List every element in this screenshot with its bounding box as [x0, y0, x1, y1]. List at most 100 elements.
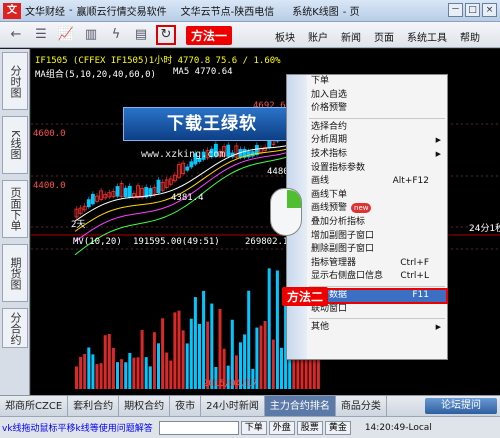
tab-kline[interactable]: K线图: [2, 116, 28, 174]
context-menu-item[interactable]: 增加副图子窗口: [287, 230, 447, 244]
shortcut-label: Ctrl+L: [400, 271, 429, 282]
tab-czce[interactable]: 郑商所CZCE: [0, 395, 69, 417]
volume-bar: [103, 335, 107, 389]
volume-bar: [116, 362, 119, 389]
stocks-button[interactable]: 股票: [296, 420, 323, 435]
context-menu-item-label: 下单: [311, 76, 330, 86]
gold-button[interactable]: 黄金: [324, 420, 351, 435]
volume-bar: [87, 347, 91, 389]
close-button[interactable]: ×: [482, 3, 497, 17]
context-menu-item[interactable]: 技术指标 ▶: [287, 148, 447, 162]
price-label-4400: 4400.0: [33, 181, 66, 191]
title-separator: -: [69, 5, 73, 16]
context-menu-item[interactable]: 选择合约: [287, 121, 447, 135]
tab-futures-chart[interactable]: 期货图: [2, 244, 28, 302]
menu-icon[interactable]: ☰: [32, 26, 50, 44]
status-bar: vk线拖动鼠标平移k线等使用问题解答 下单 外盘 股票 黄金 14:20:49-…: [0, 416, 500, 438]
tab-page-order[interactable]: 页面下单: [2, 180, 28, 238]
context-menu-item[interactable]: 画线下单: [287, 189, 447, 203]
tab-arbitrage[interactable]: 套利合约: [68, 395, 120, 417]
volume-bar: [181, 330, 185, 389]
context-menu-item-label: 增加副图子窗口: [311, 230, 375, 241]
price-label-4600: 4600.0: [33, 129, 66, 139]
context-menu-item[interactable]: 画线 Alt+F12: [287, 175, 447, 189]
context-menu-item[interactable]: 指标管理器 Ctrl+F: [287, 257, 447, 271]
context-menu-item[interactable]: 价格预警: [287, 102, 447, 116]
mouse-icon: [270, 188, 302, 236]
arrow-left-icon[interactable]: ←: [7, 26, 25, 44]
volume-bar: [280, 347, 283, 389]
context-menu-item-label: 指标管理器: [311, 257, 357, 268]
volume-bar: [202, 290, 206, 389]
context-menu-item-label: 加入自选: [311, 89, 348, 100]
instrument-info: IF1505 (CFFEX IF1505)1小时 4770.8 75.6 / 1…: [35, 56, 281, 66]
maximize-button[interactable]: □: [465, 3, 480, 17]
mv-label: MV(10,20): [73, 237, 122, 247]
title-bar: 文 文华财经 - 赢顺云行情交易软件 文华云节点-陕西电信 系统K线图 - 页 …: [0, 0, 500, 22]
left-tab-bar: 分时图 K线图 页面下单 期货图 分合约: [0, 49, 30, 395]
shortcut-label: Ctrl+F: [400, 257, 429, 268]
app-name: 文华财经: [25, 7, 65, 18]
context-menu-item[interactable]: 设置指标参数: [287, 162, 447, 176]
menu-system-tools[interactable]: 系统工具: [407, 29, 447, 44]
order-button[interactable]: 下单: [240, 420, 267, 435]
context-menu-item[interactable]: 下单: [287, 75, 447, 89]
volume-bar: [140, 330, 144, 389]
volume-bar: [152, 332, 156, 389]
tab-commodity-class[interactable]: 商品分类: [336, 395, 387, 417]
tab-main-contract-rank[interactable]: 主力合约排名: [264, 395, 336, 417]
submenu-arrow-icon: ▶: [435, 149, 441, 158]
context-menu-item[interactable]: 其他 ▶: [287, 321, 447, 335]
menu-help[interactable]: 帮助: [460, 29, 480, 44]
volume-bar: [210, 303, 214, 389]
volume-bar: [132, 357, 136, 389]
menu-page[interactable]: 页面: [374, 29, 394, 44]
context-menu-item-label: 画线: [311, 176, 330, 187]
context-menu-item[interactable]: 加入自选: [287, 89, 447, 103]
volume-bar: [144, 357, 148, 389]
tab-night[interactable]: 夜市: [170, 395, 202, 417]
minimize-button[interactable]: －: [448, 3, 463, 17]
context-menu-item[interactable]: 画线预警 new: [287, 202, 447, 216]
volume-bar: [83, 353, 87, 389]
server-name: 文华云节点-陕西电信: [180, 7, 275, 18]
menu-news[interactable]: 新闻: [341, 29, 361, 44]
context-menu: 下单 加入自选 价格预警 选择合约 分析周期 ▶ 技术指标 ▶ 设置指标参数 画线 Alt+F12 画…: [286, 74, 448, 360]
tab-options[interactable]: 期权合约: [119, 395, 171, 417]
context-menu-item-label: 选择合约: [311, 121, 348, 132]
disk-icon[interactable]: ▤: [132, 26, 150, 44]
menu-sector[interactable]: 板块: [275, 29, 295, 44]
callout-method-two: 方法二: [282, 287, 329, 306]
menu-separator: [309, 117, 445, 119]
date-label: 2015/04/17: [203, 379, 258, 389]
volume-bar: [185, 343, 189, 389]
tab-timeshare[interactable]: 分时图: [2, 52, 28, 110]
ledger-icon[interactable]: ▥: [82, 26, 100, 44]
context-menu-item[interactable]: 叠加分析指标: [287, 216, 447, 230]
tag-2-days: 2天: [71, 220, 86, 230]
tab-news-24h[interactable]: 24小时新闻: [201, 395, 265, 417]
context-menu-item-label: 分析周期: [311, 135, 348, 146]
volume-bar: [275, 270, 279, 389]
volume-bar: [79, 356, 83, 389]
tab-contracts[interactable]: 分合约: [2, 308, 28, 348]
forum-question-button[interactable]: 论坛提问: [425, 398, 497, 414]
mv-value-2: 269802.1: [245, 237, 289, 247]
volume-bar: [95, 364, 99, 389]
app-tagline: 赢顺云行情交易软件: [76, 7, 167, 18]
foreign-market-button[interactable]: 外盘: [268, 420, 295, 435]
chart-icon[interactable]: 📈: [57, 26, 75, 44]
refresh-icon[interactable]: ↻: [156, 24, 176, 45]
volume-bar: [161, 318, 165, 389]
command-input[interactable]: [158, 420, 239, 435]
submenu-arrow-icon: ▶: [435, 323, 441, 332]
lightning-icon[interactable]: ϟ: [107, 26, 125, 44]
context-menu-item-label: 其他: [311, 322, 330, 333]
volume-bar: [148, 366, 152, 389]
context-menu-item[interactable]: 显示右侧盘口信息 Ctrl+L: [287, 270, 447, 284]
menu-account[interactable]: 账户: [308, 29, 328, 44]
context-menu-item[interactable]: 删除副图子窗口: [287, 243, 447, 257]
status-message[interactable]: vk线拖动鼠标平移k线等使用问题解答: [2, 421, 153, 434]
context-menu-item[interactable]: 分析周期 ▶: [287, 134, 447, 148]
callout-method-one: 方法一: [186, 26, 233, 45]
